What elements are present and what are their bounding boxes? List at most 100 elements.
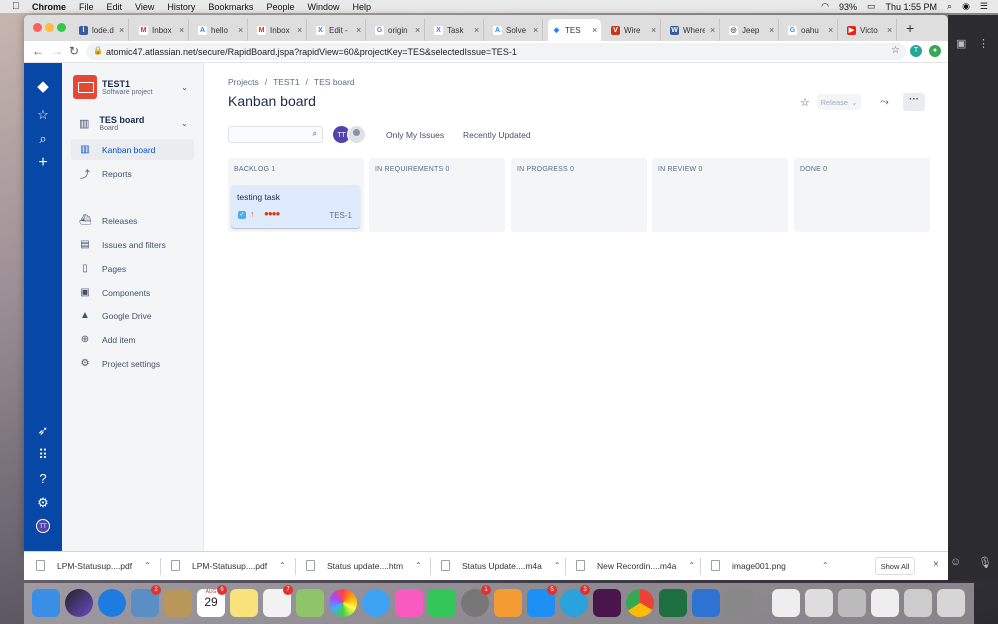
- reload-icon[interactable]: ↻: [69, 44, 79, 58]
- microphone-icon[interactable]: 🎙: [978, 556, 992, 569]
- bluetooth-icon[interactable]: [692, 589, 720, 617]
- sidebar-item-reports[interactable]: ⤴ Reports: [71, 163, 194, 184]
- share-icon[interactable]: ⤳: [880, 96, 889, 109]
- menu-people[interactable]: People: [266, 2, 294, 12]
- chevron-up-icon[interactable]: ⌃: [554, 561, 561, 570]
- address-url[interactable]: atomic47.atlassian.net/secure/RapidBoard…: [106, 47, 517, 57]
- browser-tab[interactable]: W Where ×: [666, 19, 721, 41]
- browser-tab[interactable]: Goahu ×: [784, 19, 839, 41]
- tab-close-icon[interactable]: ×: [651, 25, 656, 35]
- apple-icon[interactable]: : [12, 1, 22, 12]
- browser-tab[interactable]: l lode.d ×: [75, 19, 130, 41]
- document-thumbnail-icon[interactable]: [904, 589, 932, 617]
- download-item[interactable]: Status update....htm ⌃: [306, 560, 422, 571]
- issue-card[interactable]: testing task ✓ ↑ ●●●● TES-1: [231, 185, 360, 228]
- spotlight-icon[interactable]: ⌕: [947, 1, 952, 12]
- menu-file[interactable]: File: [79, 2, 94, 12]
- close-icon[interactable]: ×: [933, 559, 939, 570]
- clock[interactable]: Thu 1:55 PM: [885, 2, 937, 12]
- document-thumbnail-icon[interactable]: [838, 589, 866, 617]
- trash-icon[interactable]: [937, 589, 965, 617]
- bookmark-star-icon[interactable]: ☆: [891, 45, 900, 56]
- menu-app-name[interactable]: Chrome: [32, 2, 66, 12]
- tab-close-icon[interactable]: ×: [710, 25, 715, 35]
- tab-close-icon[interactable]: ×: [474, 25, 479, 35]
- books-icon[interactable]: [494, 589, 522, 617]
- sidebar-item-components[interactable]: ▣ Components: [71, 282, 194, 303]
- browser-tab[interactable]: A Solve ×: [489, 19, 544, 41]
- chrome-icon[interactable]: [626, 589, 654, 617]
- board-selector[interactable]: ▥ TES board Board: [79, 115, 144, 132]
- breadcrumb-projects[interactable]: Projects: [228, 77, 259, 87]
- settings-gear-icon[interactable]: ⚙: [35, 495, 51, 511]
- breadcrumb-project[interactable]: TEST1: [273, 77, 299, 87]
- rocket-icon[interactable]: ➶: [35, 423, 51, 439]
- unassigned-avatar-icon[interactable]: [347, 125, 366, 144]
- sidebar-item-pages[interactable]: ▯ Pages: [71, 258, 194, 279]
- search-icon[interactable]: ⌕: [35, 131, 51, 147]
- tab-close-icon[interactable]: ×: [887, 25, 892, 35]
- tab-close-icon[interactable]: ×: [592, 25, 597, 35]
- menu-list-icon[interactable]: ☰: [980, 1, 988, 12]
- more-icon[interactable]: ⋮: [978, 37, 989, 50]
- browser-tab[interactable]: Gorigin ×: [371, 19, 426, 41]
- download-item[interactable]: New Recordin....m4a ⌃: [576, 560, 695, 571]
- sidebar-item-releases[interactable]: ⛴ Releases: [71, 210, 194, 231]
- menu-help[interactable]: Help: [352, 2, 371, 12]
- profile-avatar[interactable]: ●: [929, 45, 941, 57]
- emoji-icon[interactable]: ☺: [950, 556, 961, 568]
- download-item[interactable]: LPM-Statusup....pdf ⌃: [171, 560, 286, 571]
- browser-tab[interactable]: Ahello ×: [194, 19, 249, 41]
- menu-window[interactable]: Window: [307, 2, 339, 12]
- address-bar[interactable]: 🔒 atomic47.atlassian.net/secure/RapidBoa…: [86, 43, 906, 60]
- download-item[interactable]: LPM-Statusup....pdf ⌃: [36, 560, 151, 571]
- sidebar-item-issues-and-filters[interactable]: ▤ Issues and filters: [71, 234, 194, 255]
- release-button[interactable]: Release ⌄: [817, 94, 861, 110]
- chevron-up-icon[interactable]: ⌃: [415, 561, 422, 570]
- document-thumbnail-icon[interactable]: [871, 589, 899, 617]
- document-thumbnail-icon[interactable]: [772, 589, 800, 617]
- sidebar-item-google-drive[interactable]: ▲ Google Drive: [71, 305, 194, 326]
- download-item[interactable]: image001.png ⌃: [711, 560, 829, 571]
- tab-close-icon[interactable]: ×: [119, 25, 124, 35]
- browser-tab[interactable]: X Edit - ×: [312, 19, 367, 41]
- browser-tab[interactable]: M Inbox ×: [135, 19, 190, 41]
- tab-close-icon[interactable]: ×: [415, 25, 420, 35]
- browser-tab[interactable]: ▶ Victo ×: [843, 19, 898, 41]
- siri-icon[interactable]: [65, 589, 93, 617]
- app-switcher-icon[interactable]: ⠿: [35, 447, 51, 463]
- zoom-window-button[interactable]: [57, 23, 66, 32]
- back-arrow-icon[interactable]: ←: [32, 44, 44, 58]
- lock-icon[interactable]: 🔒: [93, 46, 103, 55]
- sidebar-item-add-item[interactable]: ⊕ Add item: [71, 329, 194, 350]
- maps-icon[interactable]: [296, 589, 324, 617]
- tab-close-icon[interactable]: ×: [828, 25, 833, 35]
- photos-icon[interactable]: [329, 589, 357, 617]
- finder-icon[interactable]: [32, 589, 60, 617]
- extension-avatar[interactable]: T: [910, 45, 922, 57]
- browser-tab-active[interactable]: ◆ TES ×: [548, 19, 602, 41]
- tab-close-icon[interactable]: ×: [238, 25, 243, 35]
- help-icon[interactable]: ?: [35, 471, 51, 487]
- sidebar-item-project-settings[interactable]: ⚙ Project settings: [71, 353, 194, 374]
- star-board-icon[interactable]: ☆: [800, 96, 810, 109]
- board-search-input[interactable]: ⌕: [228, 126, 323, 143]
- breadcrumb-board[interactable]: TES board: [314, 77, 355, 87]
- jira-logo-icon[interactable]: ◆: [35, 79, 51, 95]
- tab-close-icon[interactable]: ×: [179, 25, 184, 35]
- menu-edit[interactable]: Edit: [107, 2, 123, 12]
- more-actions-button[interactable]: ···: [903, 93, 925, 111]
- user-avatar[interactable]: TT: [36, 519, 50, 533]
- show-all-downloads-button[interactable]: Show All: [875, 557, 915, 575]
- notes-icon[interactable]: [230, 589, 258, 617]
- excel-icon[interactable]: [659, 589, 687, 617]
- sidebar-toggle-icon[interactable]: ▣: [956, 37, 966, 50]
- browser-tab[interactable]: X Task ×: [430, 19, 485, 41]
- user-icon[interactable]: ◉: [962, 1, 970, 12]
- new-tab-button[interactable]: +: [906, 20, 914, 36]
- menu-view[interactable]: View: [135, 2, 154, 12]
- chevron-up-icon[interactable]: ⌃: [822, 561, 829, 570]
- close-window-button[interactable]: [33, 23, 42, 32]
- document-thumbnail-icon[interactable]: [805, 589, 833, 617]
- menu-history[interactable]: History: [167, 2, 195, 12]
